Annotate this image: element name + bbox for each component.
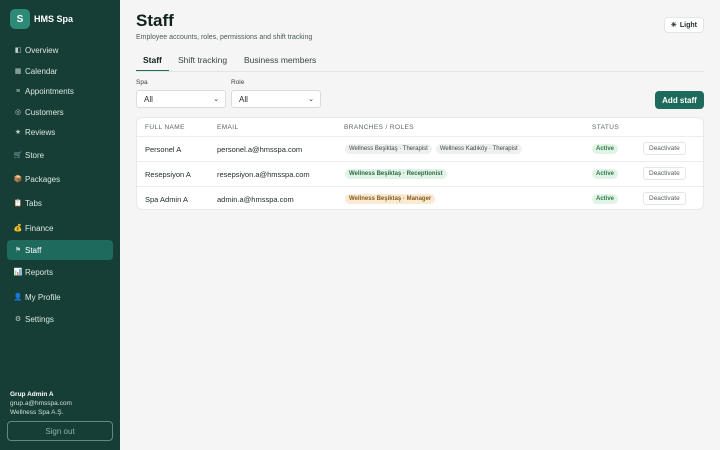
sidebar-item-packages[interactable]: 📦 Packages <box>7 169 113 189</box>
user-company: Wellness Spa A.Ş. <box>10 409 64 416</box>
customers-icon: ◎ <box>14 109 22 116</box>
theme-label: Light <box>679 21 697 29</box>
column-header-branches-roles: BRANCHES / ROLES <box>344 124 414 131</box>
sidebar-item-reviews[interactable]: ★ Reviews <box>7 122 113 142</box>
page-title: Staff <box>136 11 174 30</box>
tab-staff[interactable]: Staff <box>136 55 169 72</box>
sidebar-item-finance[interactable]: 💰 Finance <box>7 218 113 238</box>
add-staff-button[interactable]: Add staff <box>655 91 704 109</box>
sidebar-item-staff[interactable]: ⚑ Staff <box>7 240 113 260</box>
sidebar-item-reports[interactable]: 📊 Reports <box>7 262 113 282</box>
appointments-icon: ≡ <box>15 87 21 95</box>
sign-out-button[interactable]: Sign out <box>7 421 113 441</box>
settings-icon: ⚙ <box>14 316 22 323</box>
spa-filter-label: Spa <box>136 79 148 86</box>
role-filter-label: Role <box>231 79 245 86</box>
sidebar-item-label: Settings <box>25 314 54 324</box>
spa-select-value: All <box>144 94 153 104</box>
sidebar-item-settings[interactable]: ⚙ Settings <box>7 309 113 329</box>
role-badge: Wellness Beşiktaş · Manager <box>345 194 436 204</box>
table-row: Spa Admin A admin.a@hmsspa.com Wellness Be… <box>137 187 703 212</box>
deactivate-button[interactable]: Deactivate <box>643 142 686 155</box>
sidebar-item-calendar[interactable]: ▦ Calendar <box>7 61 113 81</box>
deactivate-button[interactable]: Deactivate <box>643 192 686 205</box>
role-select[interactable]: All ⌄ <box>231 90 321 108</box>
staff-name: Spa Admin A <box>145 195 188 204</box>
deactivate-button[interactable]: Deactivate <box>643 167 686 180</box>
chevron-down-icon: ⌄ <box>308 96 314 103</box>
role-badge: Wellness Beşiktaş · Therapist <box>345 144 432 154</box>
flag-icon: ⚑ <box>14 247 22 254</box>
sun-icon: ☀ <box>670 22 677 29</box>
sidebar-item-label: Reviews <box>25 127 56 137</box>
page-subtitle: Employee accounts, roles, permissions an… <box>136 34 313 41</box>
spa-select[interactable]: All ⌄ <box>136 90 226 108</box>
sidebar-item-label: Tabs <box>25 198 42 208</box>
user-info: Grup Admin A grup.a@hmsspa.com Wellness … <box>10 390 72 417</box>
sidebar-item-overview[interactable]: ◧ Overview <box>7 40 113 60</box>
sidebar-item-label: My Profile <box>25 292 61 302</box>
sidebar-item-label: Finance <box>25 223 54 233</box>
status-badge: Active <box>592 144 619 154</box>
sidebar-item-label: Store <box>25 150 45 160</box>
tabs-icon: 📋 <box>13 200 23 207</box>
theme-toggle-button[interactable]: ☀ Light <box>663 17 704 33</box>
role-chips: Wellness Beşiktaş · Therapist Wellness Ka… <box>345 144 526 154</box>
sidebar: S HMS Spa ◧ Overview ▦ Calendar ≡ Appointment… <box>0 0 120 450</box>
brand[interactable]: S HMS Spa <box>10 9 73 29</box>
user-email: grup.a@hmsspa.com <box>10 400 72 407</box>
profile-icon: 👤 <box>13 294 23 301</box>
role-badge: Wellness Beşiktaş · Receptionist <box>345 169 447 179</box>
main-content: Staff Employee accounts, roles, permissi… <box>120 0 720 450</box>
reports-icon: 📊 <box>13 269 23 276</box>
sidebar-item-label: Packages <box>25 174 61 184</box>
brand-logo: S <box>10 9 30 29</box>
tabs-divider <box>136 71 704 72</box>
sidebar-item-customers[interactable]: ◎ Customers <box>7 102 113 122</box>
staff-table: FULL NAME EMAIL BRANCHES / ROLES STATUS … <box>136 117 704 210</box>
staff-name: Resepsiyon A <box>145 170 191 179</box>
store-icon: 🛒 <box>13 152 23 159</box>
staff-name: Personel A <box>145 145 182 154</box>
finance-icon: 💰 <box>13 225 23 232</box>
column-header-status: STATUS <box>592 124 620 131</box>
star-icon: ★ <box>14 129 22 136</box>
calendar-icon: ▦ <box>14 68 22 75</box>
overview-icon: ◧ <box>14 47 22 54</box>
sidebar-item-appointments[interactable]: ≡ Appointments <box>7 81 113 101</box>
status-badge: Active <box>592 169 619 179</box>
chevron-down-icon: ⌄ <box>213 96 219 103</box>
sidebar-item-label: Appointments <box>25 86 74 96</box>
role-badge: Wellness Kadıköy · Therapist <box>435 144 522 154</box>
sidebar-item-label: Calendar <box>25 66 58 76</box>
sidebar-item-label: Reports <box>25 267 54 277</box>
tab-shift-tracking[interactable]: Shift tracking <box>178 55 227 71</box>
column-header-full-name: FULL NAME <box>145 124 185 131</box>
column-header-email: EMAIL <box>217 124 239 131</box>
sidebar-item-label: Overview <box>25 45 59 55</box>
role-chips: Wellness Beşiktaş · Receptionist <box>345 169 451 179</box>
table-row: Personel A personel.a@hmsspa.com Wellness … <box>137 137 703 162</box>
sidebar-item-my-profile[interactable]: 👤 My Profile <box>7 287 113 307</box>
role-chips: Wellness Beşiktaş · Manager <box>345 194 439 204</box>
table-row: Resepsiyon A resepsiyon.a@hmsspa.com Welln… <box>137 162 703 187</box>
role-select-value: All <box>239 94 248 104</box>
sidebar-item-label: Customers <box>25 107 64 117</box>
brand-name: HMS Spa <box>34 14 74 24</box>
sidebar-item-store[interactable]: 🛒 Store <box>7 145 113 165</box>
staff-email: resepsiyon.a@hmsspa.com <box>217 170 310 179</box>
tab-business-members[interactable]: Business members <box>244 55 316 71</box>
user-name: Grup Admin A <box>10 391 54 398</box>
tab-bar: Staff Shift tracking Business members <box>136 55 704 72</box>
package-icon: 📦 <box>13 176 23 183</box>
table-header: FULL NAME EMAIL BRANCHES / ROLES STATUS <box>137 118 703 137</box>
staff-email: personel.a@hmsspa.com <box>217 145 303 154</box>
status-badge: Active <box>592 194 619 204</box>
staff-email: admin.a@hmsspa.com <box>217 195 294 204</box>
sidebar-item-tabs[interactable]: 📋 Tabs <box>7 193 113 213</box>
sidebar-item-label: Staff <box>25 245 42 255</box>
